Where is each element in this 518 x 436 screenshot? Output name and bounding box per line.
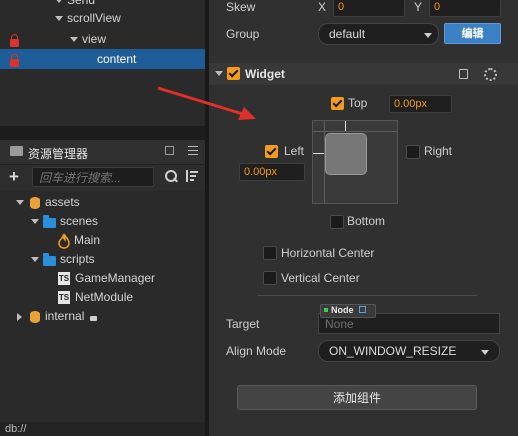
horizontal-center-checkbox[interactable]	[263, 246, 277, 260]
expand-arrow-icon[interactable]	[55, 16, 63, 21]
hierarchy-item-content[interactable]: content	[0, 49, 205, 69]
menu-icon[interactable]	[188, 145, 198, 155]
database-icon	[30, 197, 40, 209]
typescript-file-icon: TS	[58, 291, 70, 304]
expand-arrow-icon[interactable]	[70, 37, 78, 42]
add-icon[interactable]: +	[9, 168, 19, 186]
skew-x-label: X	[318, 0, 327, 14]
asset-item-scenes[interactable]: scenes	[0, 212, 205, 231]
asset-item-internal[interactable]: internal	[0, 307, 205, 326]
folder-tab-icon	[10, 146, 23, 156]
vertical-center-checkbox[interactable]	[263, 271, 277, 285]
widget-component-header[interactable]: Widget	[209, 63, 518, 85]
expand-arrow-icon[interactable]	[215, 71, 223, 76]
skew-label: Skew	[226, 0, 256, 14]
left-checkbox[interactable]	[265, 145, 278, 158]
group-select[interactable]: default	[318, 23, 439, 45]
dropdown-arrow-icon	[481, 350, 489, 355]
expand-arrow-icon[interactable]	[31, 219, 39, 224]
assets-panel-header: 资源管理器	[0, 140, 205, 165]
external-link-icon[interactable]	[359, 306, 366, 313]
widget-node-preview	[325, 133, 367, 175]
folder-icon	[43, 215, 56, 228]
expand-arrow-icon[interactable]	[55, 0, 63, 3]
expand-arrow-icon[interactable]	[16, 200, 24, 205]
assets-panel-title: 资源管理器	[28, 147, 89, 161]
bottom-checkbox[interactable]	[330, 215, 344, 229]
asset-item-main[interactable]: Main	[0, 231, 205, 250]
database-icon	[30, 311, 40, 323]
annotation-arrow-icon	[157, 86, 256, 120]
sort-icon[interactable]	[186, 170, 198, 182]
book-help-icon[interactable]	[459, 69, 468, 79]
asset-item-scripts[interactable]: scripts	[0, 250, 205, 269]
group-edit-button[interactable]: 编辑	[444, 23, 501, 44]
right-checkbox[interactable]	[406, 145, 420, 159]
top-value-input[interactable]: 0.00px	[389, 95, 452, 113]
panel-splitter[interactable]	[0, 126, 205, 140]
skew-y-label: Y	[414, 0, 423, 14]
asset-item-assets[interactable]: assets	[0, 193, 205, 212]
lock-icon	[90, 316, 97, 321]
skew-y-input[interactable]: 0	[429, 0, 501, 17]
asset-search-input[interactable]: 回车进行搜索...	[32, 167, 154, 187]
target-label: Target	[226, 317, 260, 331]
hierarchy-item-view[interactable]: view	[0, 29, 205, 49]
vertical-center-label: Vertical Center	[281, 271, 360, 285]
horizontal-center-label: Horizontal Center	[281, 246, 375, 260]
align-mode-label: Align Mode	[226, 344, 287, 358]
group-label: Group	[226, 27, 260, 41]
skew-x-input[interactable]: 0	[333, 0, 405, 17]
bottom-label: Bottom	[347, 214, 386, 228]
add-component-button[interactable]: 添加组件	[237, 385, 477, 410]
top-margin-indicator	[345, 121, 346, 131]
node-type-chip[interactable]: Node	[320, 304, 376, 318]
lock-icon[interactable]	[10, 54, 19, 67]
section-divider	[257, 295, 477, 296]
scene-fire-icon	[57, 231, 71, 250]
align-mode-select[interactable]: ON_WINDOW_RESIZE	[318, 340, 500, 362]
left-label: Left	[284, 144, 305, 158]
left-margin-indicator	[313, 153, 324, 154]
top-checkbox[interactable]	[331, 97, 344, 110]
gear-icon[interactable]	[484, 68, 497, 81]
right-label: Right	[424, 144, 453, 158]
widget-title: Widget	[245, 67, 285, 81]
asset-item-gamemanager[interactable]: TS GameManager	[0, 269, 205, 288]
lock-icon[interactable]	[10, 34, 19, 47]
node-status-icon	[324, 308, 328, 312]
left-value-input[interactable]: 0.00px	[239, 163, 305, 181]
expand-arrow-icon[interactable]	[31, 257, 39, 262]
widget-enabled-checkbox[interactable]	[227, 67, 240, 80]
dropdown-arrow-icon	[424, 33, 432, 38]
top-label: Top	[348, 96, 368, 110]
typescript-file-icon: TS	[58, 272, 70, 285]
asset-item-netmodule[interactable]: TS NetModule	[0, 288, 205, 307]
hierarchy-item-scrollview[interactable]: scrollView	[0, 8, 205, 28]
folder-icon	[43, 253, 56, 266]
maximize-icon[interactable]	[165, 146, 174, 155]
collapse-arrow-icon[interactable]	[17, 313, 22, 321]
